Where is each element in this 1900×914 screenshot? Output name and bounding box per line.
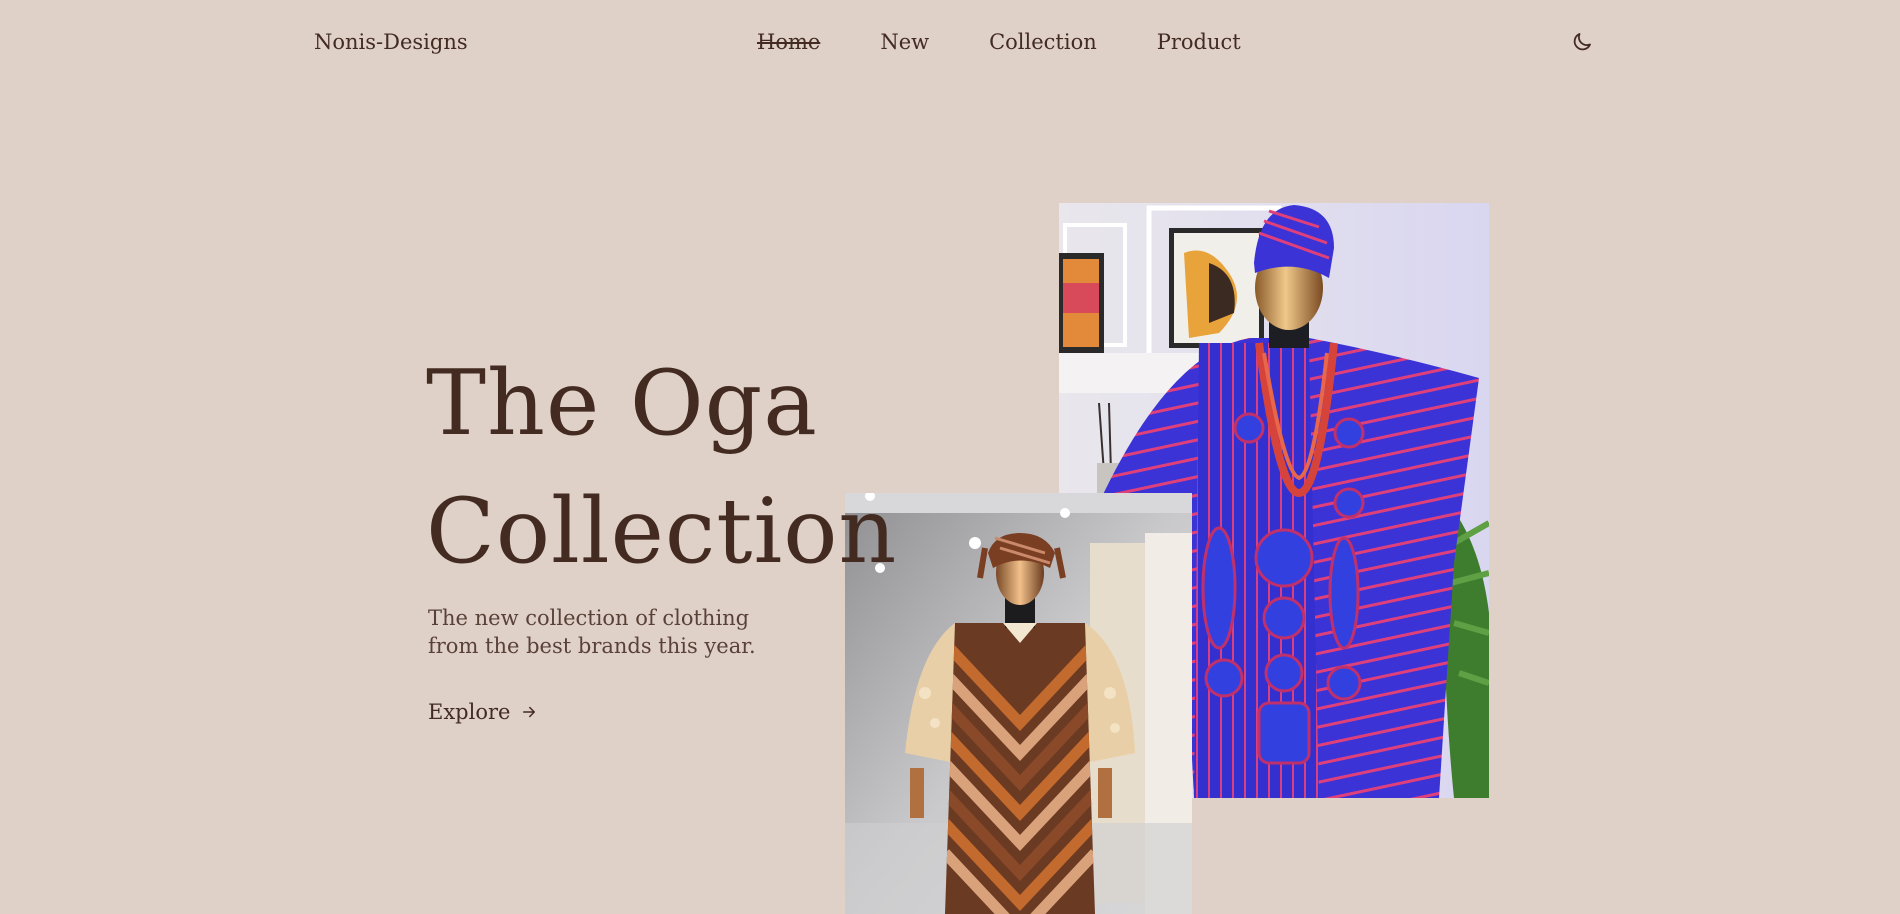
- hero-title-line-2: Collection: [426, 479, 898, 584]
- nav-item-home[interactable]: Home: [757, 30, 820, 54]
- moon-icon: [1573, 33, 1591, 51]
- explore-label: Explore: [428, 700, 511, 724]
- hero-description: The new collection of clothing from the …: [428, 606, 756, 658]
- hero-title-line-1: The Oga: [426, 351, 818, 456]
- nav-item-product[interactable]: Product: [1157, 30, 1241, 54]
- theme-toggle-button[interactable]: [1570, 30, 1596, 56]
- nav-item-collection[interactable]: Collection: [989, 30, 1097, 54]
- explore-button[interactable]: Explore: [428, 700, 538, 724]
- main-menu: Home New Collection Product: [757, 30, 1301, 54]
- top-navigation: Nonis-Designs Home New Collection Produc…: [0, 0, 1900, 90]
- brand-logo-link[interactable]: Nonis-Designs: [314, 30, 468, 54]
- nav-item-new[interactable]: New: [880, 30, 929, 54]
- arrow-right-icon: [523, 706, 536, 718]
- hero-title: The Oga Collection: [426, 340, 897, 596]
